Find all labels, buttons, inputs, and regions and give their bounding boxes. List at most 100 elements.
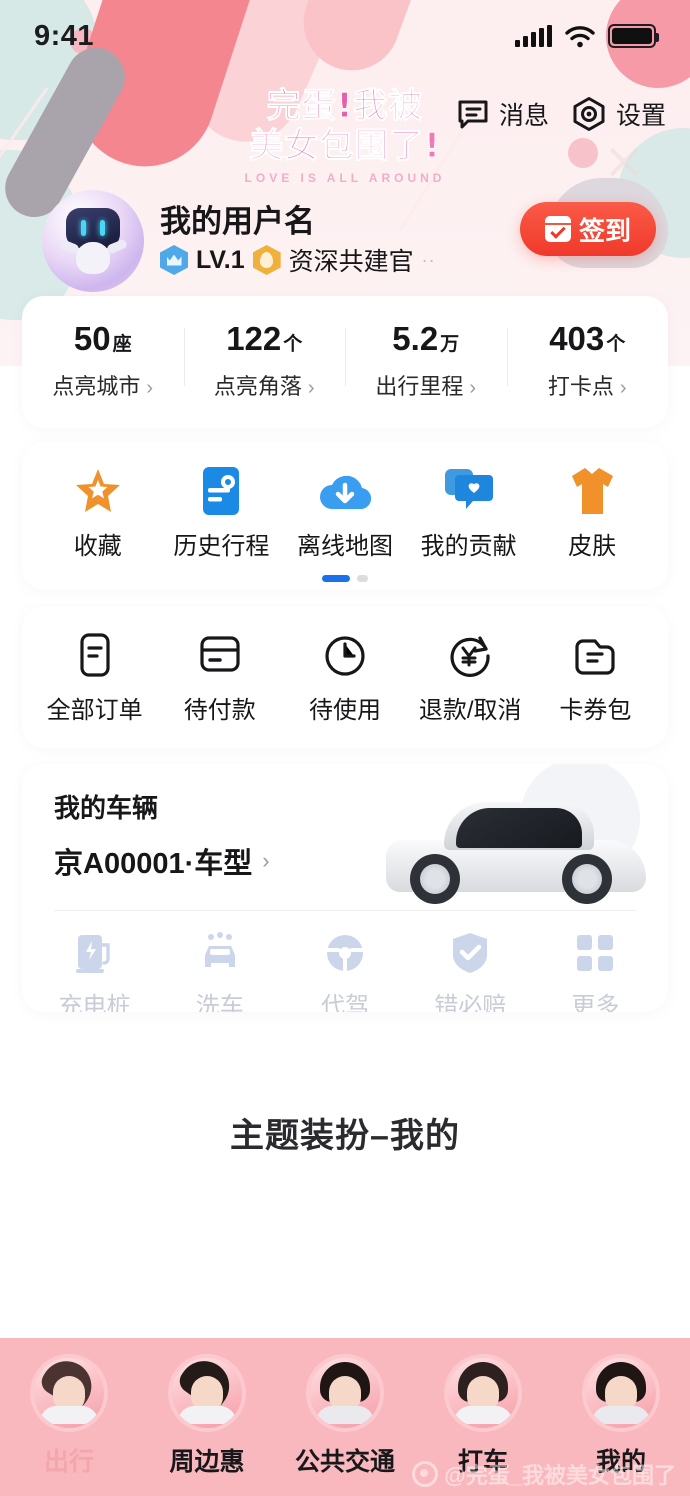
tab-nearby[interactable]: 周边惠 bbox=[138, 1354, 276, 1496]
chevron-right-icon: › bbox=[619, 377, 627, 399]
order-item-pending-use[interactable]: 待使用 bbox=[282, 632, 407, 725]
tab-travel[interactable]: 出行 bbox=[0, 1354, 138, 1496]
star-favorite-icon bbox=[36, 466, 160, 516]
stat-value: 122 bbox=[226, 320, 282, 357]
wordmark-subtitle: LOVE IS ALL AROUND bbox=[244, 171, 446, 186]
all-orders-icon bbox=[32, 632, 157, 678]
tool-item-trip-history[interactable]: 历史行程 bbox=[160, 466, 284, 561]
offline-map-download-icon bbox=[283, 466, 407, 516]
level-label: LV.1 bbox=[196, 245, 245, 274]
designated-driver-icon bbox=[282, 930, 407, 976]
messages-label: 消息 bbox=[498, 102, 549, 130]
order-item-pending-payment[interactable]: 待付款 bbox=[157, 632, 282, 725]
tshirt-skin-icon bbox=[530, 466, 654, 516]
chevron-right-icon: › bbox=[469, 377, 477, 399]
header-actions: 消息 设置 bbox=[456, 96, 666, 132]
role-suffix: ·· bbox=[421, 249, 436, 270]
stat-label: 点亮角落 bbox=[213, 374, 302, 399]
tool-label: 历史行程 bbox=[173, 533, 270, 560]
order-label: 退款/取消 bbox=[418, 697, 522, 724]
settings-button[interactable]: 设置 bbox=[571, 96, 666, 132]
tool-label: 收藏 bbox=[73, 533, 122, 560]
messages-button[interactable]: 消息 bbox=[456, 96, 549, 132]
avatar-tab-travel bbox=[30, 1354, 108, 1432]
tab-label: 出行 bbox=[43, 1448, 94, 1476]
orders-card: 全部订单 待付款 待使用 退款/取消 卡券包 bbox=[22, 606, 668, 748]
vehicle-service-label: 更多 bbox=[571, 993, 620, 1012]
vehicle-services-row: 充电桩 洗车 代驾 错必赔 更多 bbox=[22, 930, 668, 1012]
vehicle-plate-row[interactable]: 京A00001·车型 › bbox=[54, 840, 270, 882]
vehicle-service-driver[interactable]: 代驾 bbox=[282, 930, 407, 1012]
order-label: 待付款 bbox=[183, 697, 256, 724]
weibo-logo-icon bbox=[412, 1461, 439, 1487]
pagination-dot-active[interactable] bbox=[322, 575, 350, 582]
chevron-right-icon: › bbox=[146, 377, 154, 399]
vehicle-service-more[interactable]: 更多 bbox=[533, 930, 658, 1012]
vehicle-service-label: 代驾 bbox=[321, 993, 369, 1012]
tools-pagination[interactable] bbox=[22, 575, 668, 582]
tool-item-offline-map[interactable]: 离线地图 bbox=[283, 466, 407, 561]
vehicle-service-carwash[interactable]: 洗车 bbox=[157, 930, 282, 1012]
status-bar-indicators bbox=[515, 24, 659, 48]
vehicle-service-label: 洗车 bbox=[195, 993, 244, 1012]
bottom-tab-bar: 出行 周边惠 公共交通 打车 我的 @完蛋_我被美女包围了 bbox=[0, 1338, 690, 1496]
stat-label: 打卡点 bbox=[547, 374, 614, 399]
avatar-tab-taxi bbox=[444, 1354, 522, 1432]
vehicle-service-guarantee[interactable]: 错必赔 bbox=[408, 930, 533, 1012]
stats-card: 50 座 点亮城市 › 122 个 点亮角落 › 5.2 万 出行里程 › 403 个 打卡点… bbox=[22, 296, 668, 428]
avatar[interactable] bbox=[42, 190, 144, 292]
stat-label: 点亮城市 bbox=[52, 374, 141, 399]
pending-payment-icon bbox=[157, 632, 282, 678]
vehicle-title: 我的车辆 bbox=[54, 793, 159, 823]
avatar-tab-transit bbox=[306, 1354, 384, 1432]
cellular-signal-icon bbox=[515, 25, 552, 47]
more-grid-icon bbox=[533, 930, 658, 976]
order-label: 卡券包 bbox=[559, 697, 632, 724]
stat-item-corner[interactable]: 122 个 点亮角落 › bbox=[183, 320, 346, 401]
stat-item-mileage[interactable]: 5.2 万 出行里程 › bbox=[345, 322, 507, 401]
crown-badge-icon bbox=[160, 245, 188, 275]
tools-row: 收藏 历史行程 离线地图 我的贡献 皮肤 bbox=[22, 442, 668, 561]
tab-transit[interactable]: 公共交通 bbox=[276, 1354, 414, 1496]
refund-cancel-icon bbox=[408, 632, 533, 678]
charging-station-icon bbox=[32, 930, 157, 976]
tool-item-skin[interactable]: 皮肤 bbox=[530, 466, 654, 561]
phone-screen: 9:41 完蛋!我被 美女包围了! LOVE IS ALL AROUND 消息 bbox=[0, 0, 690, 1496]
avatar-tab-nearby bbox=[168, 1354, 246, 1432]
status-bar-clock: 9:41 bbox=[34, 19, 95, 52]
watermark-text: @完蛋_我被美女包围了 bbox=[444, 1463, 676, 1488]
wordmark-line-2: 美女包围了! bbox=[249, 126, 441, 167]
robot-avatar bbox=[58, 208, 128, 274]
order-item-all[interactable]: 全部订单 bbox=[32, 632, 157, 725]
flame-badge-icon bbox=[252, 245, 281, 275]
stat-unit: 万 bbox=[440, 334, 460, 355]
vehicle-service-charging[interactable]: 充电桩 bbox=[32, 930, 157, 1012]
tool-item-contribution[interactable]: 我的贡献 bbox=[407, 466, 531, 561]
white-car-illustration bbox=[386, 798, 646, 908]
order-item-coupons[interactable]: 卡券包 bbox=[533, 632, 658, 725]
stat-label: 出行里程 bbox=[375, 374, 464, 399]
signin-button[interactable]: 签到 bbox=[520, 202, 656, 256]
vehicle-card: 我的车辆 京A00001·车型 › 充电桩 洗车 代驾 错必赔 更多 bbox=[22, 764, 668, 1012]
pagination-dot[interactable] bbox=[357, 575, 368, 582]
chevron-right-icon: › bbox=[307, 377, 315, 399]
chevron-right-icon: › bbox=[262, 848, 270, 873]
car-wash-icon bbox=[157, 930, 282, 976]
status-bar: 9:41 bbox=[0, 0, 690, 72]
settings-icon bbox=[573, 97, 605, 131]
profile-section: 我的用户名 LV.1 资深共建官 ·· 签到 bbox=[0, 190, 690, 300]
stat-value: 403 bbox=[549, 320, 605, 357]
stat-unit: 个 bbox=[606, 334, 626, 355]
vehicle-service-label: 充电桩 bbox=[58, 993, 131, 1012]
profile-badges: LV.1 资深共建官 ·· bbox=[160, 242, 436, 278]
order-item-refund[interactable]: 退款/取消 bbox=[408, 632, 533, 725]
theme-section-title: 主题装扮–我的 bbox=[230, 1117, 460, 1155]
stat-item-city[interactable]: 50 座 点亮城市 › bbox=[22, 322, 184, 401]
role-label: 资深共建官 bbox=[288, 248, 414, 276]
contribution-chat-icon bbox=[407, 466, 531, 516]
stat-item-checkin[interactable]: 403 个 打卡点 › bbox=[506, 320, 669, 401]
stat-unit: 个 bbox=[283, 334, 303, 355]
stat-value: 50 bbox=[73, 320, 111, 357]
tool-label: 离线地图 bbox=[296, 533, 393, 560]
tool-item-favorite[interactable]: 收藏 bbox=[36, 466, 160, 561]
